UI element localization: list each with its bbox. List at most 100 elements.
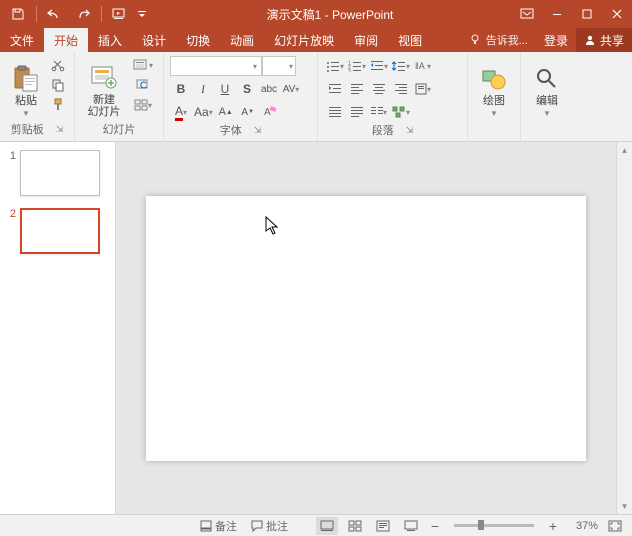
shadow-button[interactable]: abc xyxy=(258,79,280,99)
grow-font-button[interactable]: A▲ xyxy=(215,102,237,122)
indent-increase-button[interactable] xyxy=(324,79,346,99)
group-font: ▾ ▾ B I U S abc AV▾ A▾ Aa▾ A▲ A▼ A 字体⇲ xyxy=(164,52,318,141)
zoom-out-button[interactable]: − xyxy=(428,519,442,533)
distributed-button[interactable] xyxy=(346,102,368,122)
new-slide-button[interactable]: 新建 幻灯片 xyxy=(81,56,127,120)
slide-canvas-area[interactable] xyxy=(116,142,616,514)
undo-button[interactable] xyxy=(43,2,67,26)
slide-canvas[interactable] xyxy=(146,196,586,461)
drawing-button[interactable]: 绘图 ▼ xyxy=(474,56,514,120)
workspace: 1 2 ▴ ▾ xyxy=(0,142,632,514)
tell-me-search[interactable]: 告诉我... xyxy=(462,32,536,48)
normal-view-button[interactable] xyxy=(316,517,338,535)
align-text-button[interactable]: ▾ xyxy=(412,79,434,99)
bullets-button[interactable]: ▾ xyxy=(324,56,346,76)
save-button[interactable] xyxy=(6,2,30,26)
svg-text:3: 3 xyxy=(348,69,351,72)
columns-icon xyxy=(371,107,383,117)
notes-button[interactable]: 备注 xyxy=(196,518,241,534)
align-left-icon xyxy=(351,84,363,94)
align-center-icon xyxy=(373,84,385,94)
bullets-icon xyxy=(326,60,340,72)
font-color-button[interactable]: A▾ xyxy=(170,102,192,122)
fit-icon xyxy=(608,520,622,532)
paragraph-launcher[interactable]: ⇲ xyxy=(406,125,414,136)
tab-file[interactable]: 文件 xyxy=(0,28,44,52)
vertical-scrollbar[interactable]: ▴ ▾ xyxy=(616,142,632,514)
columns-button[interactable]: ▾ xyxy=(368,102,390,122)
line-spacing-button[interactable]: ▾ xyxy=(390,56,412,76)
title-bar: 演示文稿1 - PowerPoint xyxy=(0,0,632,28)
strike-button[interactable]: S xyxy=(236,79,258,99)
reading-view-button[interactable] xyxy=(372,517,394,535)
sorter-view-button[interactable] xyxy=(344,517,366,535)
reset-icon xyxy=(136,79,150,91)
fit-to-window-button[interactable] xyxy=(604,517,626,535)
zoom-slider[interactable] xyxy=(454,524,534,527)
align-left-button[interactable] xyxy=(346,79,368,99)
clipboard-launcher[interactable]: ⇲ xyxy=(56,124,64,135)
scissors-icon xyxy=(51,58,65,72)
tab-insert[interactable]: 插入 xyxy=(88,28,132,52)
slideshow-icon xyxy=(404,520,418,532)
justify-button[interactable] xyxy=(324,102,346,122)
maximize-button[interactable] xyxy=(572,0,602,28)
indent-icon xyxy=(328,83,342,95)
smartart-icon xyxy=(392,106,406,118)
layout-icon xyxy=(133,59,149,71)
tab-transitions[interactable]: 切换 xyxy=(176,28,220,52)
ribbon-display-options-button[interactable] xyxy=(512,0,542,28)
tab-home[interactable]: 开始 xyxy=(44,28,88,52)
editing-button[interactable]: 编辑 ▼ xyxy=(527,56,567,120)
qat-customize-dropdown[interactable] xyxy=(136,2,148,26)
ribbon: 粘贴 ▼ 剪贴板⇲ 新建 幻 xyxy=(0,52,632,142)
layout-button[interactable]: ▾ xyxy=(129,56,157,74)
numbering-button[interactable]: 123▾ xyxy=(346,56,368,76)
tab-view[interactable]: 视图 xyxy=(388,28,432,52)
section-button[interactable]: ▾ xyxy=(129,96,157,114)
bold-button[interactable]: B xyxy=(170,79,192,99)
text-direction-button[interactable]: ‖A▾ xyxy=(412,56,434,76)
sign-in-link[interactable]: 登录 xyxy=(536,32,576,49)
tab-animations[interactable]: 动画 xyxy=(220,28,264,52)
format-painter-button[interactable] xyxy=(48,96,68,114)
convert-smartart-button[interactable]: ▾ xyxy=(390,102,412,122)
zoom-in-button[interactable]: + xyxy=(546,519,560,533)
copy-button[interactable] xyxy=(48,76,68,94)
align-right-button[interactable] xyxy=(390,79,412,99)
char-spacing-button[interactable]: AV▾ xyxy=(280,79,302,99)
scroll-down-button[interactable]: ▾ xyxy=(619,500,631,512)
font-family-picker[interactable]: ▾ xyxy=(170,56,262,76)
indent-decrease-button[interactable]: ▾ xyxy=(368,56,390,76)
close-button[interactable] xyxy=(602,0,632,28)
align-center-button[interactable] xyxy=(368,79,390,99)
scroll-up-button[interactable]: ▴ xyxy=(619,144,631,156)
share-button[interactable]: 共享 xyxy=(576,28,632,52)
numbering-icon: 123 xyxy=(348,60,362,72)
comments-button[interactable]: 批注 xyxy=(247,518,292,534)
quick-access-toolbar xyxy=(0,0,148,28)
minimize-button[interactable] xyxy=(542,0,572,28)
tab-slideshow[interactable]: 幻灯片放映 xyxy=(264,28,344,52)
tab-design[interactable]: 设计 xyxy=(132,28,176,52)
shrink-font-button[interactable]: A▼ xyxy=(237,102,259,122)
change-case-button[interactable]: Aa▾ xyxy=(192,102,215,122)
slide-thumbnail-1[interactable]: 1 xyxy=(8,150,107,196)
italic-button[interactable]: I xyxy=(192,79,214,99)
font-launcher[interactable]: ⇲ xyxy=(254,125,262,136)
tab-review[interactable]: 审阅 xyxy=(344,28,388,52)
chevron-down-icon: ▼ xyxy=(543,109,551,118)
slide-thumbnail-2[interactable]: 2 xyxy=(8,208,107,254)
cut-button[interactable] xyxy=(48,56,68,74)
slideshow-view-button[interactable] xyxy=(400,517,422,535)
redo-button[interactable] xyxy=(71,2,95,26)
zoom-level[interactable]: 37% xyxy=(566,520,598,532)
paste-button[interactable]: 粘贴 ▼ xyxy=(6,56,46,120)
underline-button[interactable]: U xyxy=(214,79,236,99)
paintbrush-icon xyxy=(51,98,65,112)
font-size-picker[interactable]: ▾ xyxy=(262,56,296,76)
start-from-beginning-button[interactable] xyxy=(108,2,132,26)
reset-button[interactable] xyxy=(129,76,157,94)
slide-thumbnail-panel[interactable]: 1 2 xyxy=(0,142,116,514)
clear-format-button[interactable]: A xyxy=(259,102,281,122)
